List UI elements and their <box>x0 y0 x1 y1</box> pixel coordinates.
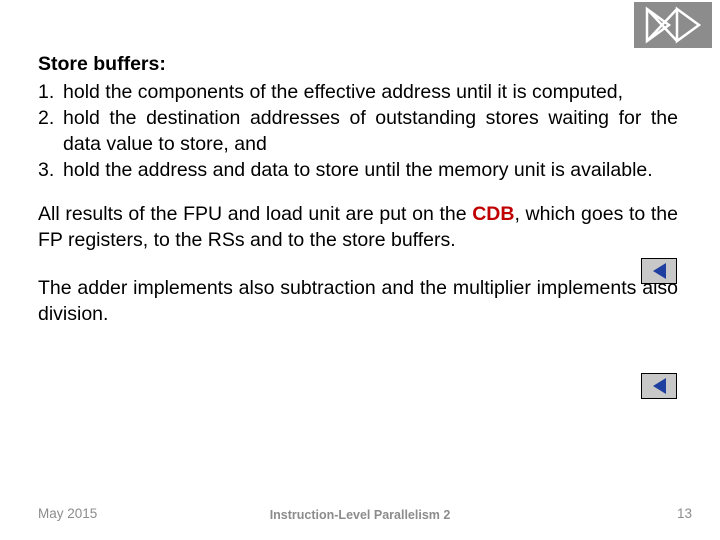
back-arrow-icon <box>652 263 666 279</box>
list-item: 3. hold the address and data to store un… <box>38 157 678 183</box>
cdb-highlight: CDB <box>472 202 515 225</box>
back-arrow-button-2[interactable] <box>641 373 677 399</box>
logo <box>634 2 712 48</box>
list-item-number: 3. <box>38 159 55 182</box>
paragraph-results-pre: All results of the FPU and load unit are… <box>38 202 473 225</box>
back-arrow-icon <box>652 378 666 394</box>
list-item-text: hold the destination addresses of outsta… <box>63 106 678 156</box>
slide-content: Store buffers: 1. hold the components of… <box>38 52 678 327</box>
list-item-number: 1. <box>38 80 55 103</box>
paragraph-results: All results of the FPU and load unit are… <box>38 201 678 253</box>
store-buffer-list: 1. hold the components of the effective … <box>38 79 678 184</box>
list-item: 1. hold the components of the effective … <box>38 79 678 105</box>
footer-page-number: 13 <box>676 506 692 521</box>
footer-title: Instruction-Level Parallelism 2 <box>269 508 451 522</box>
list-item-text: hold the address and data to store until… <box>63 159 653 182</box>
paragraph-adder: The adder implements also subtraction an… <box>38 277 678 326</box>
footer: May 2015 Instruction-Level Parallelism 2… <box>0 506 720 526</box>
list-item: 2. hold the destination addresses of out… <box>38 105 678 157</box>
logo-monogram-icon <box>645 6 702 44</box>
slide-heading: Store buffers: <box>38 53 166 75</box>
back-arrow-button-1[interactable] <box>641 258 677 284</box>
list-item-number: 2. <box>38 106 55 129</box>
list-item-text: hold the components of the effective add… <box>63 80 624 103</box>
